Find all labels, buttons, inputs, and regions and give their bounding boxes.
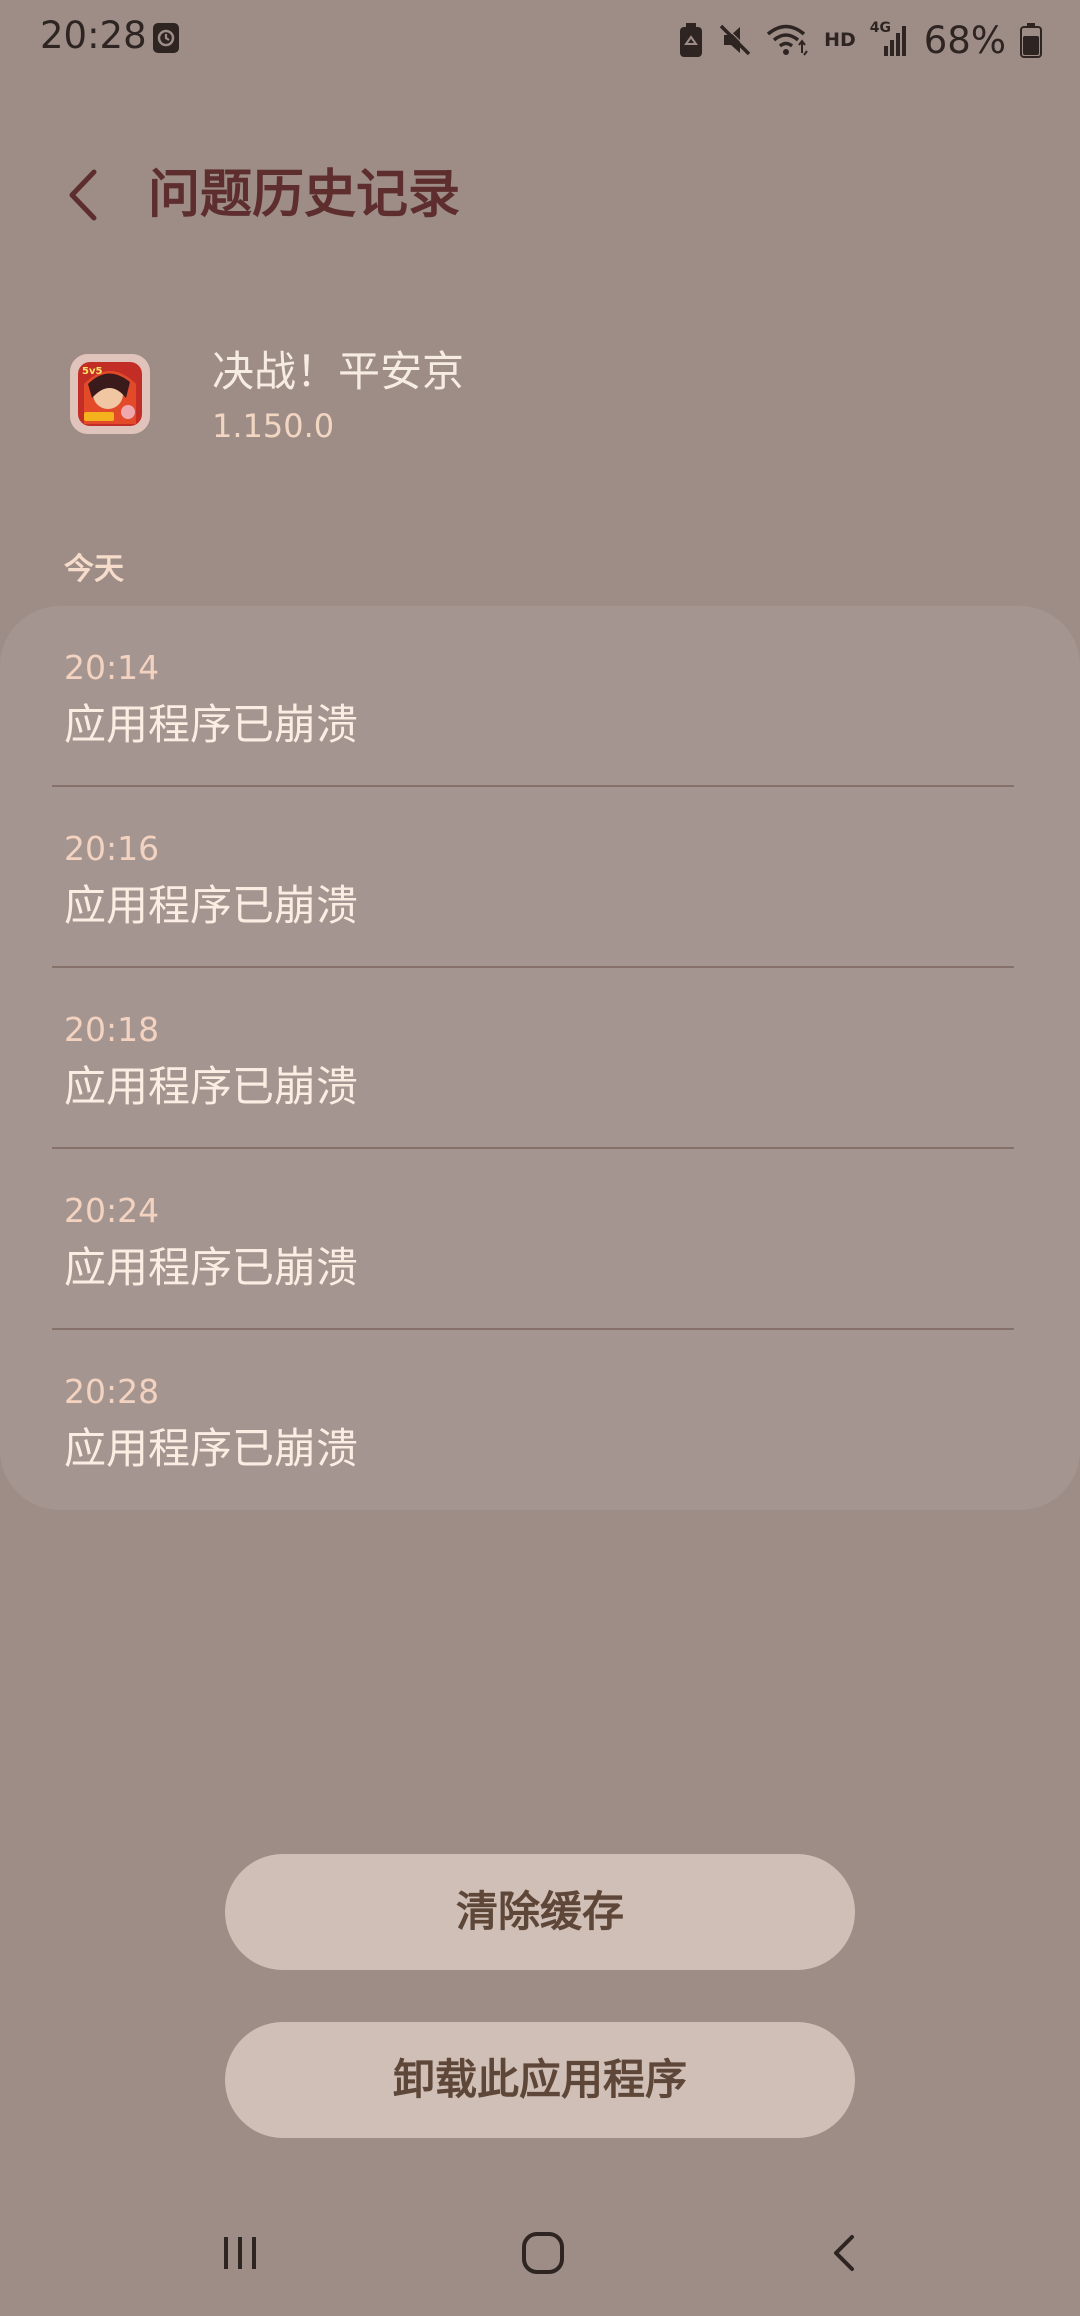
crash-time: 20:16 xyxy=(64,829,160,868)
page-title: 问题历史记录 xyxy=(148,165,461,225)
home-icon xyxy=(522,2232,564,2274)
mute-icon xyxy=(718,23,753,57)
crash-message: 应用程序已崩溃 xyxy=(64,881,359,930)
status-icons: HD 4G 68% xyxy=(678,16,1042,64)
list-item[interactable]: 20:24 应用程序已崩溃 xyxy=(0,1149,1080,1330)
back-nav-button[interactable] xyxy=(786,2190,906,2316)
battery-saver-icon xyxy=(678,22,704,58)
battery-percent: 68% xyxy=(923,18,1006,62)
crash-history-card: 20:14 应用程序已崩溃 20:16 应用程序已崩溃 20:18 应用程序已崩… xyxy=(0,606,1080,1510)
back-icon xyxy=(834,2235,854,2271)
crash-time: 20:28 xyxy=(64,1372,160,1411)
list-item[interactable]: 20:16 应用程序已崩溃 xyxy=(0,787,1080,968)
navigation-bar xyxy=(0,2190,1080,2316)
wifi-icon xyxy=(766,23,810,57)
status-bar: 20:28 HD 4G 68% xyxy=(0,0,1080,80)
recent-apps-button[interactable] xyxy=(180,2190,300,2316)
list-item[interactable]: 20:18 应用程序已崩溃 xyxy=(0,968,1080,1149)
notification-icon xyxy=(152,22,180,54)
list-item[interactable]: 20:28 应用程序已崩溃 xyxy=(0,1330,1080,1511)
signal-icon: 4G xyxy=(870,20,910,58)
section-label-today: 今天 xyxy=(64,552,124,587)
crash-time: 20:24 xyxy=(64,1191,160,1230)
crash-message: 应用程序已崩溃 xyxy=(64,1062,359,1111)
app-name: 决战！平安京 xyxy=(212,347,465,396)
crash-time: 20:18 xyxy=(64,1010,160,1049)
crash-message: 应用程序已崩溃 xyxy=(64,700,359,749)
list-item[interactable]: 20:14 应用程序已崩溃 xyxy=(0,606,1080,787)
hd-badge: HD xyxy=(824,29,856,51)
uninstall-button[interactable]: 卸载此应用程序 xyxy=(225,2022,855,2138)
app-version: 1.150.0 xyxy=(212,407,335,445)
status-time: 20:28 xyxy=(40,14,147,57)
svg-text:5v5: 5v5 xyxy=(82,366,102,377)
clear-cache-button[interactable]: 清除缓存 xyxy=(225,1854,855,1970)
crash-time: 20:14 xyxy=(64,648,160,687)
app-icon: 5v5 xyxy=(70,354,150,434)
home-button[interactable] xyxy=(483,2190,603,2316)
battery-icon xyxy=(1020,22,1042,58)
recent-apps-icon xyxy=(224,2237,256,2269)
chevron-left-icon xyxy=(69,169,97,221)
crash-message: 应用程序已崩溃 xyxy=(64,1243,359,1292)
back-button[interactable] xyxy=(58,160,110,230)
crash-message: 应用程序已崩溃 xyxy=(64,1424,359,1473)
